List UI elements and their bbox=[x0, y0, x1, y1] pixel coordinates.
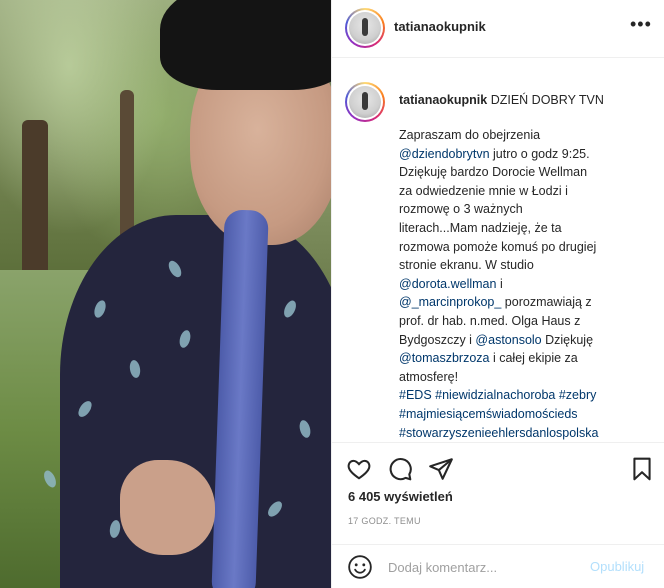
post-panel: tatianaokupnik ••• tatianaokupnik DZIEŃ … bbox=[331, 0, 664, 588]
caption-text-segment: Dziękuję bbox=[545, 332, 594, 347]
avatar[interactable] bbox=[345, 8, 385, 48]
heart-icon[interactable] bbox=[346, 456, 372, 482]
mention-link[interactable]: @dorota.wellman bbox=[399, 277, 496, 291]
caption-title: DZIEŃ DOBRY TVN bbox=[490, 93, 604, 107]
view-count[interactable]: 6 405 wyświetleń bbox=[348, 489, 453, 504]
comment-bar: Opublikuj bbox=[332, 544, 664, 588]
caption-text-segment: jutro o godz 9:25. Dziękuję bardzo Doroc… bbox=[399, 146, 597, 273]
comment-input[interactable] bbox=[388, 557, 583, 577]
mention-link[interactable]: @tomaszbrzoza bbox=[399, 351, 490, 365]
mention-link[interactable]: @astonsolo bbox=[475, 333, 541, 347]
header-username[interactable]: tatianaokupnik bbox=[394, 19, 486, 34]
comment-icon[interactable] bbox=[387, 456, 413, 482]
more-icon[interactable]: ••• bbox=[630, 14, 652, 35]
video-frame[interactable] bbox=[0, 0, 331, 588]
caption-heading: tatianaokupnik DZIEŃ DOBRY TVN bbox=[399, 93, 604, 107]
caption-text-segment: Zapraszam do obejrzenia bbox=[399, 128, 541, 142]
share-icon[interactable] bbox=[428, 456, 454, 482]
hashtag-link[interactable]: #zebry bbox=[559, 388, 597, 402]
person-hand bbox=[120, 460, 215, 555]
post-comment-button[interactable]: Opublikuj bbox=[590, 559, 644, 574]
hashtag-link[interactable]: #majmiesiącemświadomościeds bbox=[399, 407, 578, 421]
caption-text-segment: i bbox=[499, 276, 503, 291]
action-bar bbox=[332, 442, 664, 492]
post-timestamp[interactable]: 17 GODZ. TEMU bbox=[348, 516, 421, 526]
caption-text: Zapraszam do obejrzenia @dziendobrytvn j… bbox=[399, 126, 644, 442]
emoji-icon[interactable] bbox=[347, 554, 373, 580]
caption-username[interactable]: tatianaokupnik bbox=[399, 93, 487, 107]
post-header: tatianaokupnik ••• bbox=[332, 0, 664, 58]
hashtag-link[interactable]: #stowarzyszenieehlersdanlospolska bbox=[399, 426, 598, 440]
post-caption: tatianaokupnik DZIEŃ DOBRY TVN Zapraszam… bbox=[332, 58, 664, 442]
hashtag-link[interactable]: #niewidzialnachoroba bbox=[435, 388, 555, 402]
mention-link[interactable]: @dziendobrytvn bbox=[399, 147, 490, 161]
hashtag-link[interactable]: #EDS bbox=[399, 388, 432, 402]
caption-avatar[interactable] bbox=[345, 82, 385, 122]
person-hair bbox=[160, 0, 331, 90]
bookmark-icon[interactable] bbox=[629, 456, 655, 482]
mention-link[interactable]: @_marcinprokop_ bbox=[399, 295, 501, 309]
